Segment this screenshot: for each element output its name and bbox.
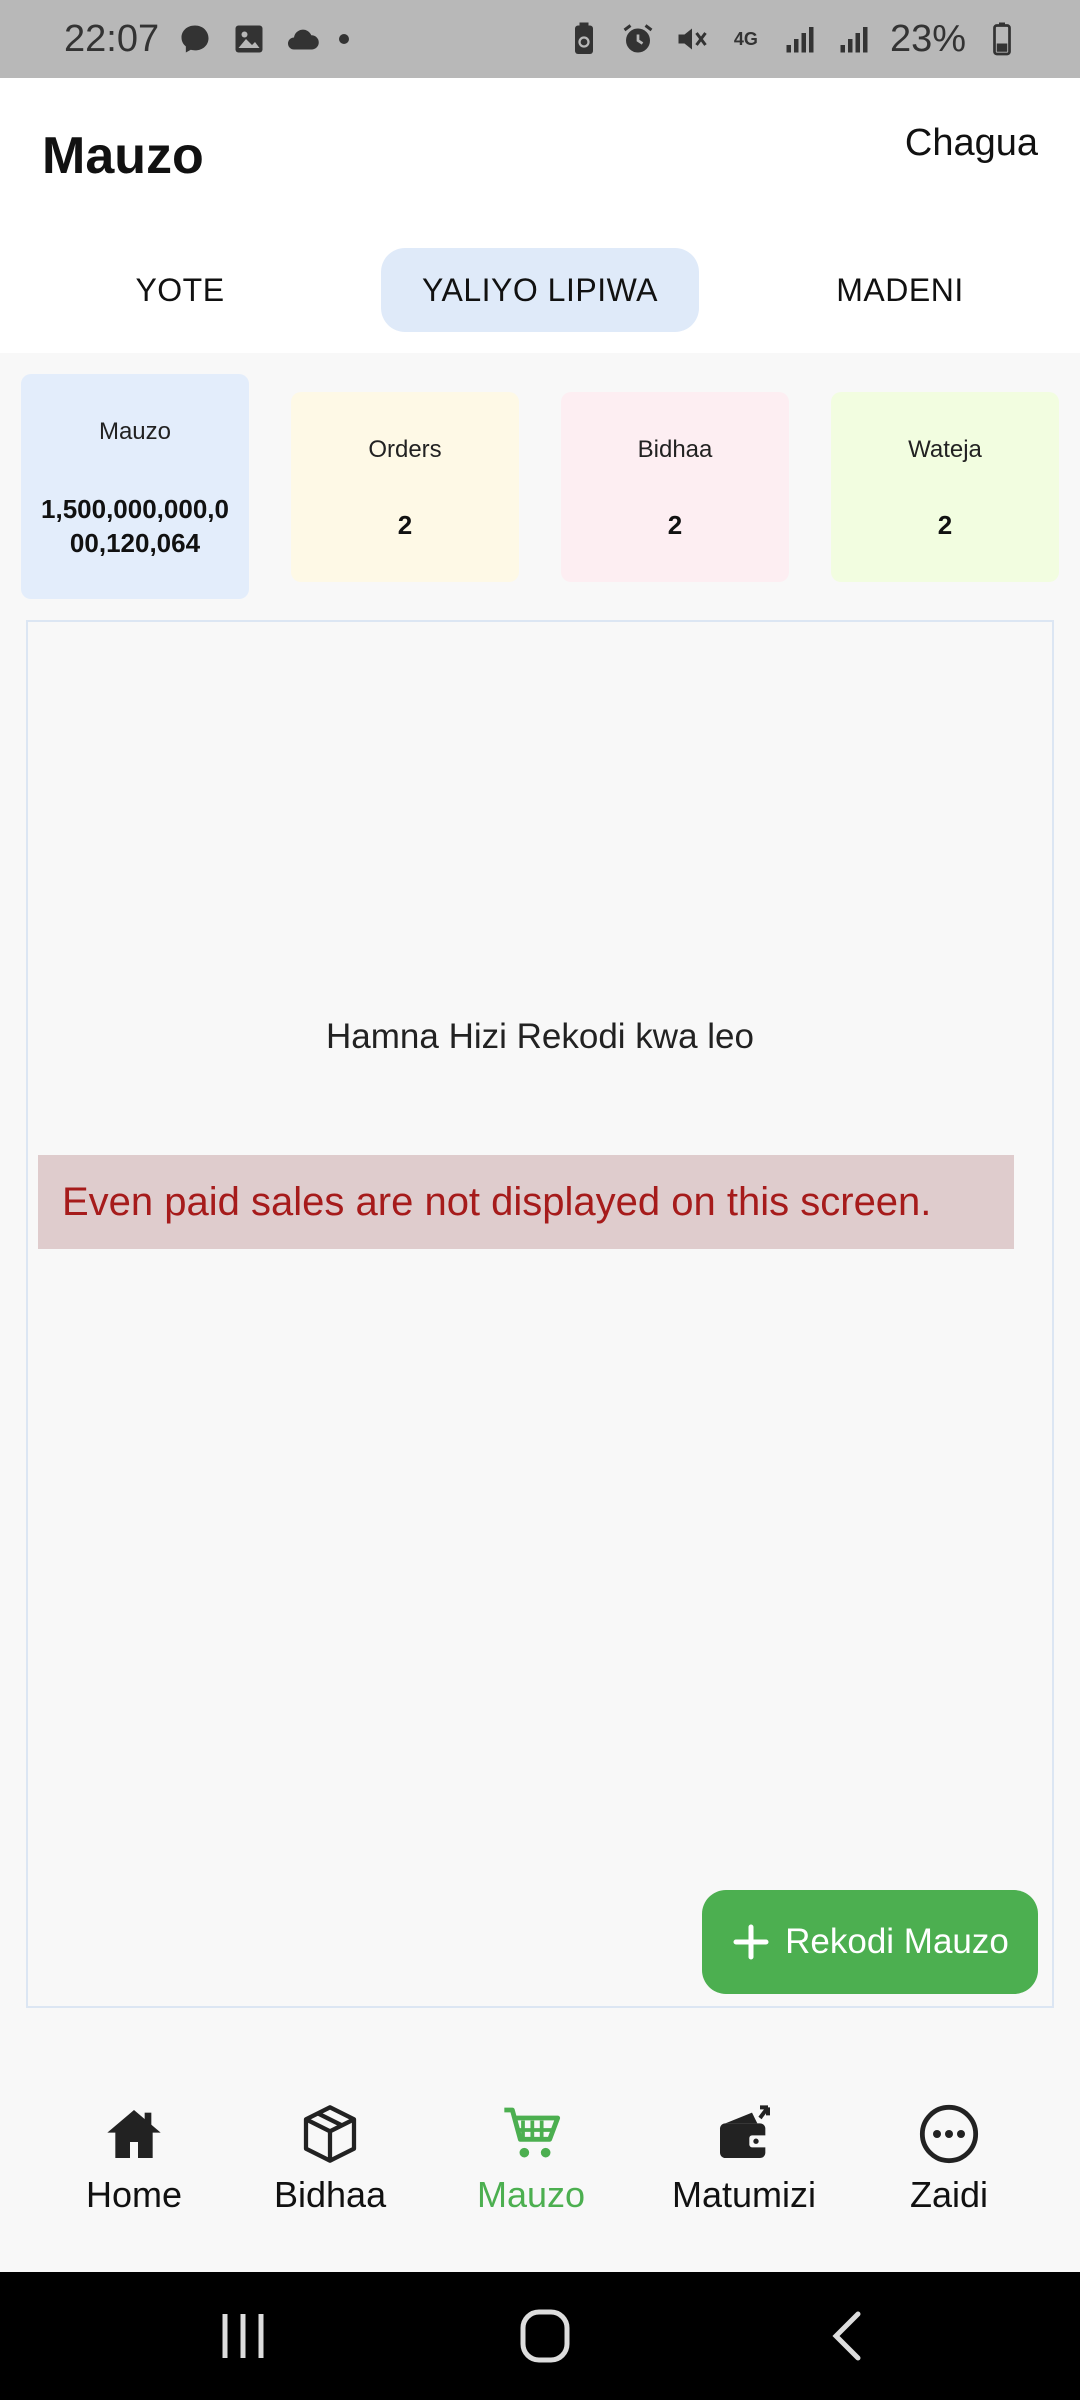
nav-label: Zaidi [910,2174,989,2215]
gallery-icon [231,21,267,57]
nav-label: Bidhaa [274,2174,387,2215]
tab-bar: YOTE YALIYO LIPIWA MADENI [0,248,1080,332]
stat-value: 1,500,000,000,000,120,064 [41,494,229,558]
tab-madeni[interactable]: MADENI [760,248,1040,332]
nav-item-zaidi[interactable]: Zaidi [910,2102,988,2216]
alarm-icon [620,21,656,57]
recent-apps-icon[interactable] [213,2308,273,2364]
network-4g-icon: 4G [733,28,758,49]
stat-label: Orders [368,436,442,463]
back-icon[interactable] [818,2308,878,2364]
battery-icon [984,21,1020,57]
wallet-icon [720,2105,771,2158]
home-icon [107,2110,161,2158]
battery-saver-icon [566,21,602,57]
stat-label: Wateja [908,436,982,463]
mute-icon [674,21,710,57]
stat-card-wateja[interactable]: Wateja 2 [831,392,1059,582]
stat-value: 2 [937,510,953,540]
select-button[interactable]: Chagua [905,122,1038,165]
records-panel: Hamna Hizi Rekodi kwa leo Even paid sale… [26,620,1054,2008]
signal-icon [836,21,872,57]
box-icon [303,2105,357,2163]
nav-label: Home [86,2174,183,2215]
tab-yaliyo-lipiwa[interactable]: YALIYO LIPIWA [381,248,699,332]
signal-icon [782,21,818,57]
status-time: 22:07 [64,17,160,60]
status-right: 4G 23% [566,18,1020,61]
nav-item-matumizi[interactable]: Matumizi [672,2102,816,2216]
stat-value: 2 [667,510,683,540]
stat-label: Mauzo [98,418,172,445]
page-title: Mauzo [42,127,204,185]
app-header: Mauzo Chagua YOTE YALIYO LIPIWA MADENI [0,78,1080,353]
system-nav-bar [0,2272,1080,2400]
record-sale-label: Rekodi Mauzo [785,1922,1009,1961]
cloud-icon [285,21,321,57]
nav-label: Matumizi [672,2174,817,2215]
cart-icon [504,2107,561,2158]
nav-item-home[interactable]: Home [86,2102,182,2216]
status-left: 22:07 [64,17,350,61]
home-button-icon[interactable] [515,2308,575,2364]
status-bar: 22:07 4G 23% [0,0,1080,78]
battery-percent: 23% [889,17,966,60]
nav-item-mauzo[interactable]: Mauzo [477,2102,585,2216]
stat-value: 2 [397,510,413,540]
dot-icon [339,34,350,44]
info-alert: Even paid sales are not displayed on thi… [38,1155,1014,1249]
plus-icon [733,1924,769,1960]
empty-state-text: Hamna Hizi Rekodi kwa leo [326,1017,754,1056]
messenger-icon [177,21,213,57]
bottom-nav: Home Bidhaa Mauzo Matumizi Zaidi [0,2040,1080,2272]
tab-yote[interactable]: YOTE [40,248,320,332]
stat-card-mauzo[interactable]: Mauzo 1,500,000,000,000,120,064 [21,374,249,599]
record-sale-button[interactable]: Rekodi Mauzo [702,1890,1038,1994]
nav-item-bidhaa[interactable]: Bidhaa [274,2102,386,2216]
stat-card-orders[interactable]: Orders 2 [291,392,519,582]
more-icon [919,2104,979,2164]
nav-label: Mauzo [477,2174,586,2215]
stat-card-bidhaa[interactable]: Bidhaa 2 [561,392,789,582]
stat-label: Bidhaa [637,436,713,463]
